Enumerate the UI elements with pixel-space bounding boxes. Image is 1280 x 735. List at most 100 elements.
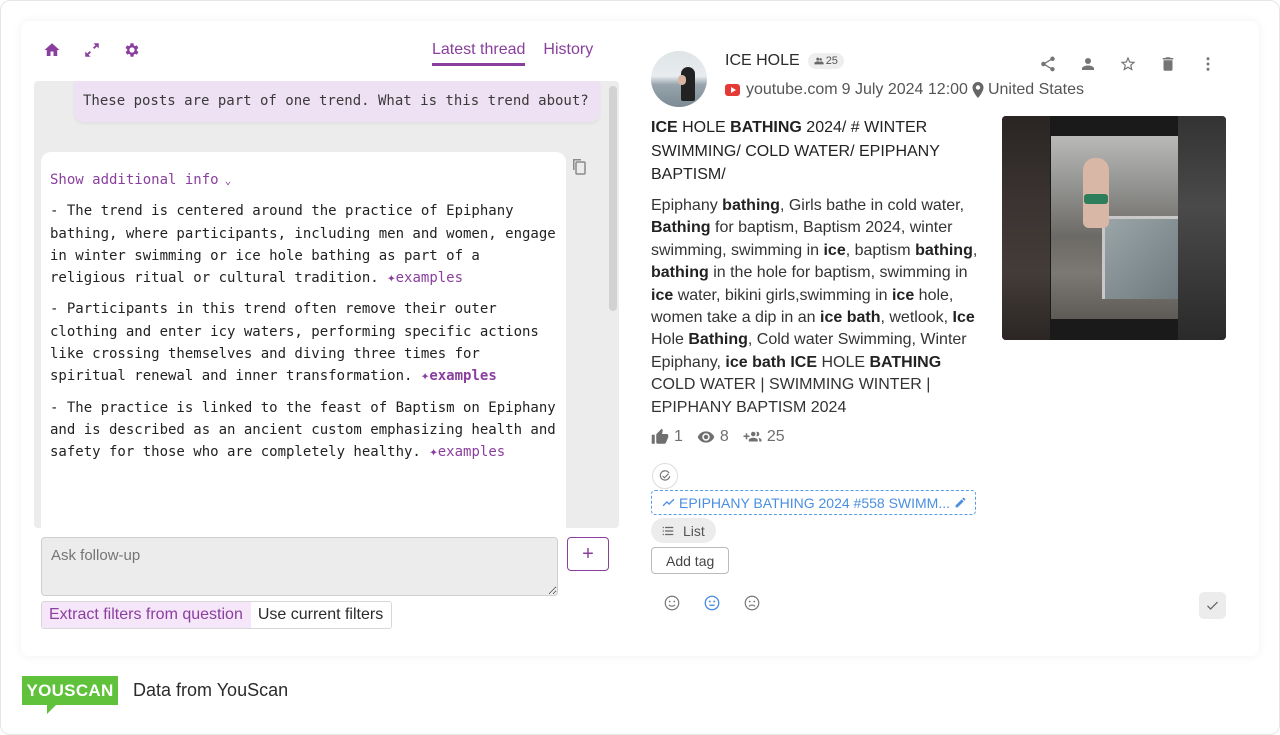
user-question-bubble: These posts are part of one trend. What … xyxy=(74,81,600,122)
highlighted-keyword: ice bath ICE xyxy=(725,353,817,371)
post-body: Epiphany bathing, Girls bathe in cold wa… xyxy=(651,195,986,419)
filter-mode-toggle: Extract filters from question Use curren… xyxy=(41,601,393,629)
audience-badge-count: 25 xyxy=(825,55,838,67)
answer-paragraph: - The practice is linked to the feast of… xyxy=(50,397,556,464)
group-add-icon xyxy=(743,431,762,442)
highlighted-keyword: Bathing xyxy=(651,219,711,237)
checkmark-icon xyxy=(1207,601,1218,610)
location-pin-icon xyxy=(972,82,984,98)
author-row: ICE HOLE 25 xyxy=(725,52,844,70)
views-count: 8 xyxy=(719,428,729,445)
footer-attribution: Data from YouScan xyxy=(133,680,289,700)
list-chip-label: List xyxy=(683,522,705,539)
list-icon xyxy=(662,526,674,535)
post-title: ICE HOLE BATHING 2024/ # WINTER SWIMMING… xyxy=(651,116,981,187)
sentiment-positive-icon[interactable] xyxy=(663,594,681,612)
text-segment: Hole xyxy=(651,331,689,349)
highlighted-keyword: bathing xyxy=(651,264,709,282)
text-segment: water, bikini girls,swimming in xyxy=(673,286,892,304)
highlighted-keyword: bathing xyxy=(722,197,780,214)
post-actions xyxy=(1039,55,1217,73)
examples-link[interactable]: ✦examples xyxy=(387,270,463,286)
highlighted-keyword: ice bath xyxy=(820,309,881,327)
star-icon[interactable] xyxy=(1119,55,1137,73)
examples-link-label: examples xyxy=(395,270,464,287)
trend-tag[interactable]: EPIPHANY BATHING 2024 #558 SWIMM... xyxy=(651,490,976,515)
more-vert-icon[interactable] xyxy=(1199,55,1217,73)
examples-link-label: examples xyxy=(437,444,506,461)
mark-processed-button[interactable] xyxy=(652,463,678,489)
likes-count: 1 xyxy=(674,428,683,445)
highlighted-keyword: ice xyxy=(651,286,674,304)
left-toolbar xyxy=(43,41,141,59)
thumbnail-pool xyxy=(1102,216,1178,299)
examples-link[interactable]: ✦examples xyxy=(421,368,497,384)
highlighted-keyword: BATHING xyxy=(869,353,942,371)
post-meta: youtube.com 9 July 2024 12:00 United Sta… xyxy=(725,81,1084,99)
answer-paragraph-text: - The trend is centered around the pract… xyxy=(50,203,556,287)
author-name[interactable]: ICE HOLE xyxy=(725,52,800,70)
audience-stat: 25 xyxy=(743,428,785,446)
page-frame: Latest thread History These posts are pa… xyxy=(0,0,1280,735)
thumb-up-icon xyxy=(651,428,669,444)
sentiment-selector xyxy=(663,594,761,612)
ask-followup-input[interactable] xyxy=(41,537,558,596)
assign-user-icon[interactable] xyxy=(1079,55,1097,73)
check-circle-icon xyxy=(659,470,671,481)
add-tag-button[interactable]: Add tag xyxy=(651,547,730,574)
chat-scrollbar[interactable] xyxy=(609,86,617,311)
edit-pencil-icon[interactable] xyxy=(954,496,967,509)
text-segment: , xyxy=(972,241,978,259)
trending-icon xyxy=(662,498,675,507)
highlighted-keyword: bathing xyxy=(915,241,973,259)
people-icon xyxy=(814,57,824,65)
post-location: United States xyxy=(987,81,1084,98)
highlighted-keyword: ICE xyxy=(651,119,678,136)
list-chip[interactable]: List xyxy=(651,518,716,543)
youscan-logo: YOUSCAN xyxy=(22,676,118,714)
post-date: 9 July 2024 12:00 xyxy=(841,81,968,98)
copy-icon[interactable] xyxy=(571,158,587,176)
chat-thread: These posts are part of one trend. What … xyxy=(34,81,619,528)
post-stats: 1 8 25 xyxy=(651,428,785,446)
sparkle-icon: ✦ xyxy=(387,270,396,287)
thumbnail-person xyxy=(1083,158,1109,228)
examples-link[interactable]: ✦examples xyxy=(429,444,505,460)
home-icon[interactable] xyxy=(43,41,61,59)
tab-history[interactable]: History xyxy=(543,41,593,66)
main-card: Latest thread History These posts are pa… xyxy=(21,21,1259,656)
show-additional-info-toggle[interactable]: Show additional info ⌄ xyxy=(50,169,231,192)
eye-icon xyxy=(697,431,715,443)
text-segment: in the hole for baptism, swimming in xyxy=(708,264,968,282)
expand-icon[interactable] xyxy=(83,41,101,59)
confirm-button[interactable] xyxy=(1199,592,1226,619)
use-current-filters-option[interactable]: Use current filters xyxy=(250,602,392,628)
tab-latest-thread[interactable]: Latest thread xyxy=(432,41,526,66)
source-link[interactable]: youtube.com xyxy=(746,81,838,99)
show-additional-info-label: Show additional info xyxy=(50,172,219,188)
answer-paragraph: - The trend is centered around the pract… xyxy=(50,200,556,289)
author-avatar[interactable] xyxy=(651,51,707,107)
extract-filters-option[interactable]: Extract filters from question xyxy=(42,602,251,628)
text-segment: , baptism xyxy=(845,241,916,259)
thumbnail-blur-right xyxy=(1178,116,1226,340)
text-segment: COLD WATER | SWIMMING WINTER | EPIPHANY … xyxy=(651,376,931,416)
settings-icon[interactable] xyxy=(123,41,141,59)
post-thumbnail[interactable] xyxy=(1002,116,1226,340)
thumbnail-blur-left xyxy=(1002,116,1050,340)
answer-paragraph: - Participants in this trend often remov… xyxy=(50,298,556,387)
sentiment-negative-icon[interactable] xyxy=(743,594,761,612)
highlighted-keyword: Ice xyxy=(952,309,975,327)
views-stat: 8 xyxy=(697,428,729,446)
sentiment-neutral-icon[interactable] xyxy=(703,594,721,612)
assistant-answer-bubble: Show additional info ⌄ - The trend is cen… xyxy=(41,152,566,528)
highlighted-keyword: BATHING xyxy=(730,119,802,136)
trash-icon[interactable] xyxy=(1159,55,1177,73)
share-icon[interactable] xyxy=(1039,55,1057,73)
audience-count: 25 xyxy=(766,428,785,445)
chevron-down-icon: ⌄ xyxy=(224,174,232,187)
send-followup-button[interactable]: + xyxy=(567,537,609,571)
text-segment: Epiphany xyxy=(651,197,723,214)
thread-tabs: Latest thread History xyxy=(432,41,593,66)
highlighted-keyword: Bathing xyxy=(688,331,748,349)
